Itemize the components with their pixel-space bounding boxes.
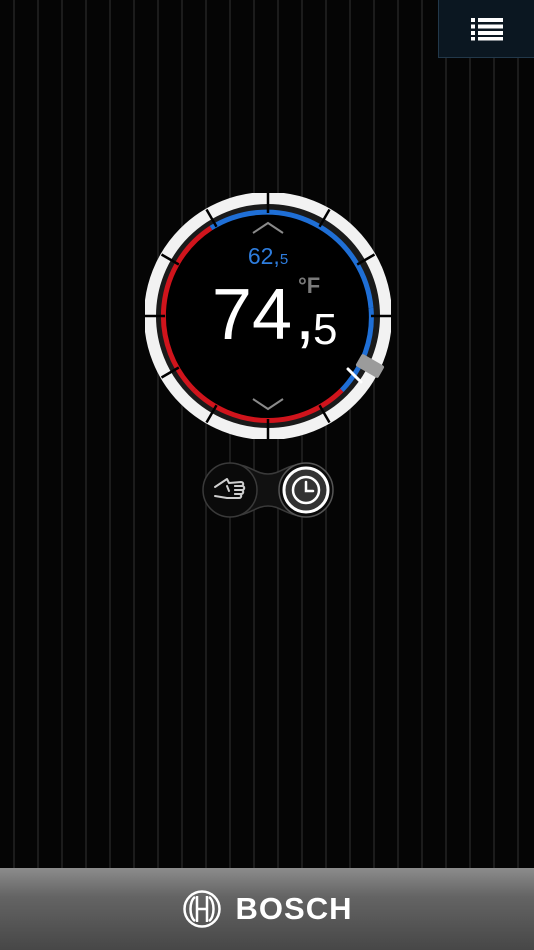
thermostat-dial[interactable]: 62,5 74 , 5 °F (145, 193, 391, 439)
footer-bar: BOSCH (0, 868, 534, 950)
current-temperature: 74 , 5 °F (207, 273, 367, 355)
setpoint-temperature: 62,5 (247, 243, 289, 269)
bosch-logo-icon (182, 890, 221, 928)
manual-mode-button[interactable] (203, 463, 257, 517)
clock-icon (291, 475, 321, 505)
hand-icon (214, 478, 246, 499)
chevron-down-icon[interactable] (251, 397, 285, 411)
mode-switch[interactable] (200, 460, 336, 520)
list-icon (470, 17, 503, 40)
current-temp-decimal: 5 (313, 305, 338, 354)
chevron-up-icon[interactable] (251, 221, 285, 235)
temperature-unit: °F (298, 273, 321, 298)
schedule-mode-button[interactable] (279, 463, 333, 517)
brand-name: BOSCH (235, 891, 353, 926)
menu-button[interactable] (438, 0, 534, 58)
current-temp-integer: 74 (211, 275, 292, 355)
